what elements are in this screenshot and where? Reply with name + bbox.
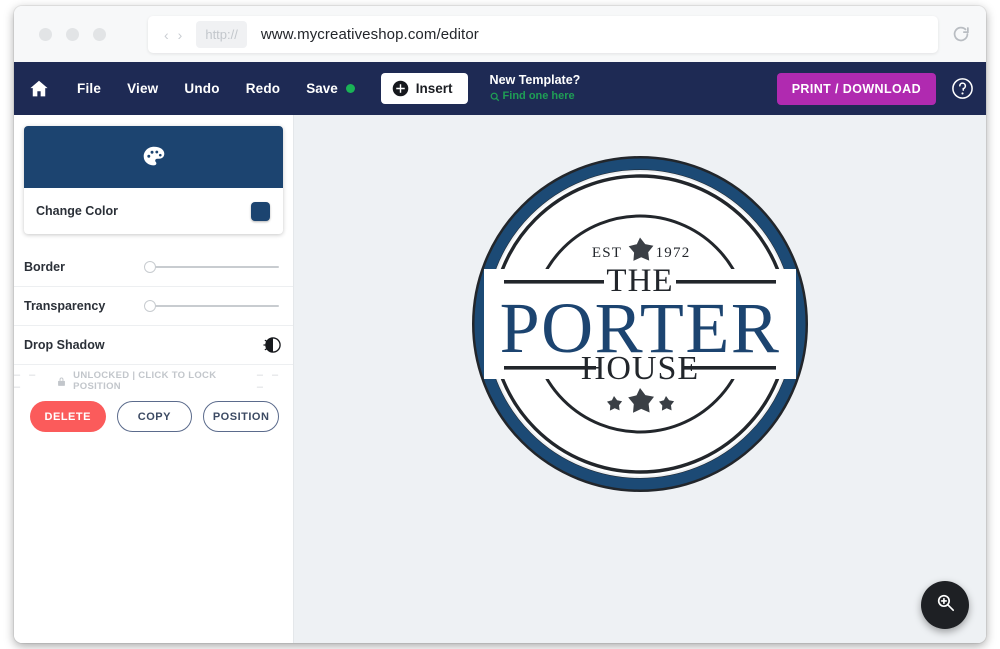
border-property-row: Border bbox=[14, 248, 293, 287]
border-label: Border bbox=[24, 260, 65, 274]
window-controls bbox=[39, 28, 106, 41]
save-button[interactable]: Save bbox=[293, 75, 365, 102]
new-template-block[interactable]: New Template? Find one here bbox=[490, 73, 581, 103]
menu-file[interactable]: File bbox=[64, 75, 114, 102]
nav-arrows: ‹ › bbox=[164, 28, 182, 42]
palette-icon bbox=[141, 144, 167, 170]
minimize-dot[interactable] bbox=[66, 28, 79, 41]
protocol-chip: http:// bbox=[196, 21, 247, 48]
home-icon[interactable] bbox=[28, 78, 50, 100]
color-swatch[interactable] bbox=[251, 201, 270, 221]
drop-shadow-property-row: Drop Shadow bbox=[14, 326, 293, 365]
menu-view[interactable]: View bbox=[114, 75, 171, 102]
app-toolbar: File View Undo Redo Save Insert New Temp… bbox=[14, 62, 986, 115]
address-bar[interactable]: ‹ › http:// www.mycreativeshop.com/edito… bbox=[148, 16, 938, 53]
insert-label: Insert bbox=[415, 81, 453, 96]
logo-est-label: EST bbox=[592, 245, 622, 261]
change-color-card: Change Color bbox=[24, 126, 283, 234]
search-icon bbox=[490, 92, 500, 102]
menu-redo[interactable]: Redo bbox=[233, 75, 294, 102]
help-icon[interactable] bbox=[951, 77, 974, 100]
change-color-row[interactable]: Change Color bbox=[24, 188, 283, 234]
change-color-label: Change Color bbox=[36, 204, 118, 218]
logo-artwork[interactable]: EST 1972 THE PORTER HOUSE bbox=[470, 154, 810, 494]
design-canvas[interactable]: EST 1972 THE PORTER HOUSE bbox=[294, 115, 986, 643]
lock-position-row[interactable]: – – – UNLOCKED | CLICK TO LOCK POSITION … bbox=[14, 365, 293, 397]
transparency-slider[interactable] bbox=[144, 299, 279, 313]
border-slider[interactable] bbox=[144, 260, 279, 274]
copy-button[interactable]: COPY bbox=[116, 401, 193, 432]
find-template-link[interactable]: Find one here bbox=[490, 90, 581, 104]
logo-year: 1972 bbox=[656, 245, 691, 261]
transparency-label: Transparency bbox=[24, 299, 106, 313]
properties-sidebar: Change Color Border Transparency Drop Sh… bbox=[14, 115, 294, 643]
url-text[interactable]: www.mycreativeshop.com/editor bbox=[261, 26, 479, 43]
transparency-property-row: Transparency bbox=[14, 287, 293, 326]
print-download-button[interactable]: PRINT / DOWNLOAD bbox=[776, 72, 936, 105]
logo-line-house: HOUSE bbox=[581, 350, 699, 387]
position-button[interactable]: POSITION bbox=[203, 401, 279, 432]
delete-button[interactable]: DELETE bbox=[30, 401, 106, 432]
maximize-dot[interactable] bbox=[93, 28, 106, 41]
zoom-in-button[interactable] bbox=[921, 581, 969, 629]
plus-circle-icon bbox=[392, 80, 409, 97]
browser-chrome: ‹ › http:// www.mycreativeshop.com/edito… bbox=[14, 6, 986, 62]
save-status-dot bbox=[345, 84, 355, 93]
transparency-slider-handle[interactable] bbox=[144, 300, 156, 312]
workspace: Change Color Border Transparency Drop Sh… bbox=[14, 115, 986, 643]
lock-position-label: UNLOCKED | CLICK TO LOCK POSITION bbox=[73, 370, 217, 392]
insert-button[interactable]: Insert bbox=[380, 73, 468, 104]
object-actions: DELETE COPY POSITION bbox=[14, 397, 293, 432]
menu-undo[interactable]: Undo bbox=[171, 75, 232, 102]
transparency-slider-track bbox=[152, 305, 279, 307]
close-dot[interactable] bbox=[39, 28, 52, 41]
new-template-title: New Template? bbox=[489, 73, 581, 88]
magnifier-plus-icon bbox=[935, 592, 956, 618]
forward-icon[interactable]: › bbox=[178, 28, 183, 42]
reload-icon[interactable] bbox=[950, 23, 972, 45]
find-template-label: Find one here bbox=[502, 89, 575, 102]
back-icon[interactable]: ‹ bbox=[164, 28, 169, 42]
toolbar-right-group: PRINT / DOWNLOAD bbox=[776, 62, 974, 115]
toolbar-menu: File View Undo Redo Save bbox=[64, 75, 365, 102]
browser-window: ‹ › http:// www.mycreativeshop.com/edito… bbox=[14, 6, 986, 643]
color-preview-header bbox=[24, 126, 283, 188]
contrast-icon[interactable] bbox=[263, 335, 283, 355]
border-slider-track bbox=[152, 266, 279, 268]
drop-shadow-label: Drop Shadow bbox=[24, 338, 105, 352]
border-slider-handle[interactable] bbox=[144, 261, 156, 273]
lock-icon bbox=[56, 376, 67, 387]
save-label: Save bbox=[306, 81, 338, 96]
lock-dash-left: – – – bbox=[14, 369, 39, 393]
lock-dash-right: – – – bbox=[256, 369, 282, 393]
